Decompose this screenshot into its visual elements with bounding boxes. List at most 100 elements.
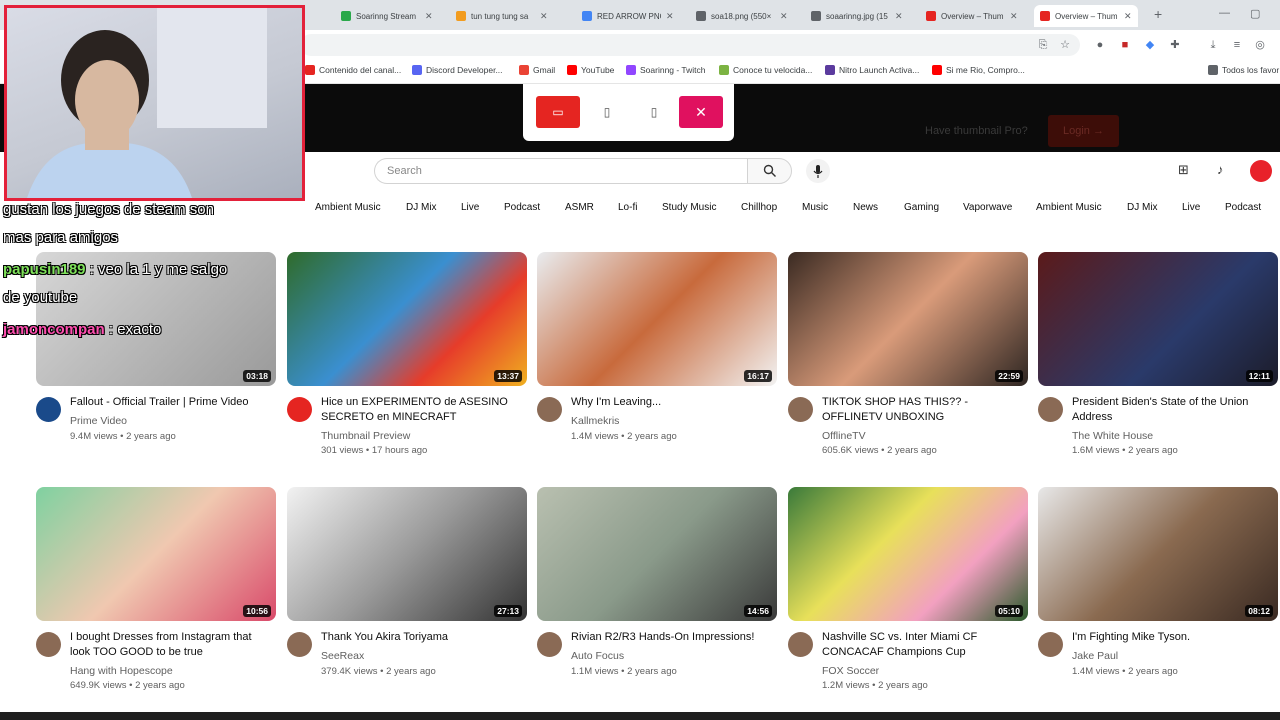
translate-icon[interactable]: ⎘ [1036, 38, 1050, 52]
search-button[interactable] [747, 158, 792, 184]
bookmark-item[interactable]: Conoce tu velocida... [719, 65, 812, 75]
create-video-icon[interactable]: ⊞ [1178, 162, 1189, 178]
video-title[interactable]: Fallout - Official Trailer | Prime Video [70, 395, 270, 410]
menu-icon[interactable]: ≡ [1230, 38, 1244, 52]
channel-avatar[interactable] [788, 397, 813, 422]
tab-close-icon[interactable]: ✕ [540, 11, 548, 22]
extension-icon[interactable]: ■ [1118, 38, 1132, 52]
video-title[interactable]: Thank You Akira Toriyama [321, 630, 521, 645]
puzzle-icon[interactable]: ✚ [1168, 38, 1182, 52]
extension-icon[interactable]: ● [1093, 38, 1107, 52]
browser-tab[interactable]: Overview – Thum ✕ [920, 5, 1024, 27]
login-button[interactable]: Login → [1048, 115, 1119, 147]
channel-name[interactable]: Kallmekris [571, 415, 619, 427]
bookmark-item[interactable]: Nitro Launch Activa... [825, 65, 919, 75]
video-title[interactable]: TIKTOK SHOP HAS THIS?? - OFFLINETV UNBOX… [822, 395, 1022, 425]
extension-icon[interactable]: ◆ [1143, 38, 1157, 52]
bookmark-item[interactable]: YouTube [567, 65, 614, 75]
tab-close-icon[interactable]: ✕ [1124, 11, 1132, 22]
channel-name[interactable]: Jake Paul [1072, 650, 1118, 662]
browser-tab[interactable]: soa18.png (550× ✕ [690, 5, 794, 27]
video-title[interactable]: I bought Dresses from Instagram that loo… [70, 630, 270, 660]
video-thumbnail[interactable]: 16:17 [537, 252, 777, 386]
channel-avatar[interactable] [537, 632, 562, 657]
filter-chip[interactable]: Podcast [1225, 198, 1261, 218]
browser-tab[interactable]: soaarinng.jpg (15 ✕ [805, 5, 909, 27]
channel-avatar[interactable] [537, 397, 562, 422]
video-thumbnail[interactable]: 05:10 [788, 487, 1028, 621]
video-title[interactable]: Hice un EXPERIMENTO de ASESINO SECRETO e… [321, 395, 521, 425]
filter-chip[interactable]: Ambient Music [1036, 198, 1102, 218]
video-thumbnail[interactable]: 12:11 [1038, 252, 1278, 386]
minimize-icon[interactable]: — [1219, 7, 1230, 19]
tab-close-icon[interactable]: ✕ [895, 11, 903, 22]
video-thumbnail[interactable]: 27:13 [287, 487, 527, 621]
download-icon[interactable]: ⤓ [1206, 38, 1220, 52]
filter-chip[interactable]: News [853, 198, 878, 218]
desktop-view-button[interactable]: ▭ [536, 96, 580, 128]
bookmark-item[interactable]: Soarinng - Twitch [626, 65, 706, 75]
filter-chip[interactable]: DJ Mix [406, 198, 437, 218]
channel-avatar[interactable] [287, 397, 312, 422]
tab-close-icon[interactable]: ✕ [1010, 11, 1018, 22]
browser-tab[interactable]: Overview – Thum ✕ [1034, 5, 1138, 27]
filter-chip[interactable]: Live [1182, 198, 1200, 218]
notification-bell-icon[interactable]: ♪ [1217, 162, 1224, 177]
video-thumbnail[interactable]: 14:56 [537, 487, 777, 621]
video-thumbnail[interactable]: 08:12 [1038, 487, 1278, 621]
channel-avatar[interactable] [1038, 632, 1063, 657]
search-input[interactable]: Search [374, 158, 747, 184]
video-title[interactable]: Nashville SC vs. Inter Miami CF CONCACAF… [822, 630, 1022, 660]
video-title[interactable]: Why I'm Leaving... [571, 395, 771, 410]
filter-chip[interactable]: DJ Mix [1127, 198, 1158, 218]
video-thumbnail[interactable]: 10:56 [36, 487, 276, 621]
browser-tab[interactable]: RED ARROW PNG ✕ [576, 5, 680, 27]
video-title[interactable]: Rivian R2/R3 Hands-On Impressions! [571, 630, 771, 645]
maximize-icon[interactable]: ▢ [1250, 7, 1260, 20]
filter-chip[interactable]: Live [461, 198, 479, 218]
filter-chip[interactable]: Ambient Music [315, 198, 381, 218]
filter-chip[interactable]: Lo-fi [618, 198, 637, 218]
video-thumbnail[interactable]: 22:59 [788, 252, 1028, 386]
mobile-view-button[interactable]: ▯ [632, 96, 676, 128]
account-avatar[interactable] [1250, 160, 1272, 182]
tab-close-icon[interactable]: ✕ [666, 11, 674, 22]
channel-avatar[interactable] [287, 632, 312, 657]
bookmark-star-icon[interactable]: ☆ [1058, 38, 1072, 52]
channel-name[interactable]: The White House [1072, 430, 1153, 442]
filter-chip[interactable]: ASMR [565, 198, 594, 218]
new-tab-button[interactable]: + [1154, 6, 1162, 22]
filter-chip[interactable]: Gaming [904, 198, 939, 218]
channel-name[interactable]: Auto Focus [571, 650, 624, 662]
tablet-view-button[interactable]: ▯ [585, 96, 629, 128]
address-bar[interactable] [300, 34, 1080, 56]
channel-name[interactable]: FOX Soccer [822, 665, 879, 677]
filter-chip[interactable]: Music [802, 198, 828, 218]
video-title[interactable]: I'm Fighting Mike Tyson. [1072, 630, 1272, 645]
filter-chip[interactable]: Chillhop [741, 198, 777, 218]
video-thumbnail[interactable]: 13:37 [287, 252, 527, 386]
video-title[interactable]: President Biden's State of the Union Add… [1072, 395, 1272, 425]
channel-name[interactable]: OfflineTV [822, 430, 866, 442]
bookmark-item[interactable]: Gmail [519, 65, 555, 75]
channel-avatar[interactable] [788, 632, 813, 657]
channel-avatar[interactable] [36, 397, 61, 422]
tab-close-icon[interactable]: ✕ [780, 11, 788, 22]
channel-name[interactable]: Hang with Hopescope [70, 665, 173, 677]
browser-tab[interactable]: Soarinng Stream ✕ [335, 5, 439, 27]
tab-close-icon[interactable]: ✕ [425, 11, 433, 22]
channel-name[interactable]: SeeReax [321, 650, 364, 662]
channel-avatar[interactable] [36, 632, 61, 657]
channel-name[interactable]: Thumbnail Preview [321, 430, 410, 442]
close-preview-button[interactable]: ✕ [679, 96, 723, 128]
channel-name[interactable]: Prime Video [70, 415, 127, 427]
bookmark-item[interactable]: Si me Rio, Compro... [932, 65, 1025, 75]
bookmark-item[interactable]: Contenido del canal... [305, 65, 401, 75]
filter-chip[interactable]: Podcast [504, 198, 540, 218]
bookmark-item[interactable]: Discord Developer... [412, 65, 503, 75]
browser-tab[interactable]: tun tung tung sa ✕ [450, 5, 554, 27]
voice-search-button[interactable] [806, 159, 830, 183]
filter-chip[interactable]: Vaporwave [963, 198, 1012, 218]
channel-avatar[interactable] [1038, 397, 1063, 422]
filter-chip[interactable]: Study Music [662, 198, 716, 218]
